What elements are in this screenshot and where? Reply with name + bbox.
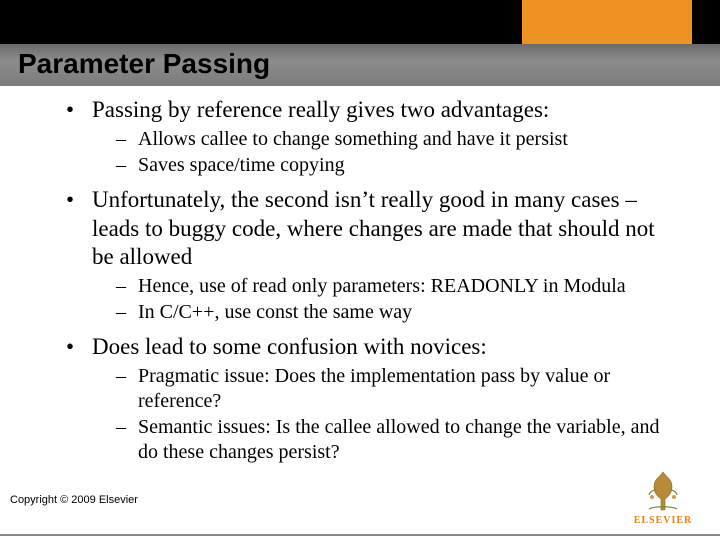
list-item: Unfortunately, the second isn’t really g… xyxy=(60,186,680,325)
list-item: Pragmatic issue: Does the implementation… xyxy=(116,364,680,414)
list-item: Hence, use of read only parameters: READ… xyxy=(116,274,680,299)
list-item: Allows callee to change something and ha… xyxy=(116,127,680,152)
title-bar: Parameter Passing xyxy=(0,44,720,86)
sub-list: Pragmatic issue: Does the implementation… xyxy=(92,364,680,465)
bullet-text: Does lead to some confusion with novices… xyxy=(92,334,487,359)
list-item: In C/C++, use const the same way xyxy=(116,300,680,325)
bottom-rule xyxy=(0,534,720,536)
bullet-list: Passing by reference really gives two ad… xyxy=(60,96,680,465)
list-item: Saves space/time copying xyxy=(116,153,680,178)
slide-title: Parameter Passing xyxy=(0,44,720,80)
list-item: Semantic issues: Is the callee allowed t… xyxy=(116,415,680,465)
sub-list: Allows callee to change something and ha… xyxy=(92,127,680,178)
slide: Parameter Passing Passing by reference r… xyxy=(0,0,720,540)
sub-list: Hence, use of read only parameters: READ… xyxy=(92,274,680,325)
list-item: Does lead to some confusion with novices… xyxy=(60,333,680,465)
sub-bullet-text: Saves space/time copying xyxy=(138,154,345,176)
content-area: Passing by reference really gives two ad… xyxy=(60,96,680,473)
list-item: Passing by reference really gives two ad… xyxy=(60,96,680,178)
header-orange-block xyxy=(522,0,692,44)
publisher-logo: ELSEVIER xyxy=(630,469,696,526)
sub-bullet-text: Allows callee to change something and ha… xyxy=(138,128,568,150)
sub-bullet-text: Pragmatic issue: Does the implementation… xyxy=(138,365,610,412)
sub-bullet-text: Semantic issues: Is the callee allowed t… xyxy=(138,416,659,463)
bullet-text: Passing by reference really gives two ad… xyxy=(92,97,549,122)
bullet-text: Unfortunately, the second isn’t really g… xyxy=(92,187,655,270)
sub-bullet-text: Hence, use of read only parameters: READ… xyxy=(138,275,626,297)
elsevier-tree-icon xyxy=(640,469,686,513)
logo-text: ELSEVIER xyxy=(630,515,696,526)
copyright-text: Copyright © 2009 Elsevier xyxy=(10,494,138,506)
sub-bullet-text: In C/C++, use const the same way xyxy=(138,301,412,323)
